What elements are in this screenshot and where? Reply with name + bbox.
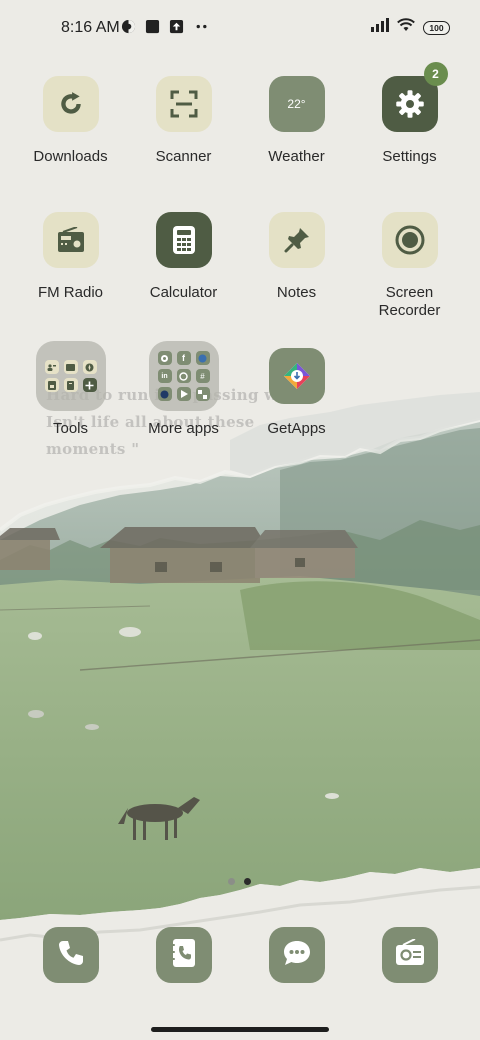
more-dots-icon	[193, 19, 211, 39]
folder-tools[interactable]: Tools	[14, 341, 127, 438]
gesture-nav-handle[interactable]	[151, 1027, 329, 1032]
system-icons: 100	[371, 18, 450, 37]
app-notes[interactable]: Notes	[240, 212, 353, 302]
mini-sim-icon	[44, 378, 59, 392]
scan-frame-icon	[155, 76, 212, 132]
app-calculator[interactable]: Calculator	[127, 212, 240, 302]
app-label: FM Radio	[37, 284, 104, 301]
mini-app-icon	[157, 351, 172, 365]
app-label-line: Screen	[385, 284, 434, 301]
app-label: Settings	[382, 148, 437, 165]
upload-icon	[169, 19, 184, 39]
mini-grid-icon: #	[195, 369, 210, 383]
vpn-icon	[121, 19, 136, 39]
dock-messages[interactable]	[269, 927, 325, 983]
app-label: More apps	[148, 420, 219, 437]
calculator-icon	[155, 212, 212, 268]
signal-icon	[371, 18, 389, 37]
getapps-icon	[268, 348, 325, 404]
dock-id-card[interactable]	[382, 927, 438, 983]
app-settings[interactable]: 2 Settings	[353, 62, 466, 166]
messages-icon	[282, 939, 312, 972]
stop-icon	[145, 19, 160, 39]
page-indicator[interactable]	[228, 878, 251, 885]
contacts-icon	[170, 938, 198, 973]
mini-facebook-icon: f	[176, 351, 191, 365]
weather-temperature: 22°	[287, 97, 306, 111]
mini-music-icon	[176, 369, 191, 383]
gear-icon: 2	[381, 62, 448, 132]
status-bar: 8:16 AM 100	[0, 0, 480, 56]
weather-icon: 22°	[268, 76, 325, 132]
app-label: Weather	[268, 148, 325, 165]
notification-badge: 2	[423, 62, 448, 86]
folder-more-apps[interactable]: f in # More apps	[127, 341, 240, 438]
page-dot[interactable]	[228, 878, 235, 885]
status-time: 8:16 AM	[61, 19, 120, 36]
mini-linkedin-icon: in	[157, 369, 172, 383]
app-downloads[interactable]: Downloads	[14, 76, 127, 166]
folder-icon	[35, 341, 106, 411]
app-label: Tools	[52, 420, 89, 437]
app-fm-radio[interactable]: FM Radio	[14, 212, 127, 302]
radio-icon	[42, 212, 99, 268]
app-label-line: Recorder	[378, 302, 441, 319]
app-screen-recorder[interactable]: Screen Recorder	[353, 212, 466, 320]
page-dot-active[interactable]	[244, 878, 251, 885]
mini-play-icon	[176, 387, 191, 401]
app-label: Calculator	[149, 284, 218, 301]
quote-line: moments "	[46, 440, 140, 458]
mini-apps-icon	[195, 387, 210, 401]
app-label: Notes	[276, 284, 317, 301]
mini-files-icon	[63, 360, 78, 374]
refresh-icon	[42, 76, 99, 132]
id-card-icon	[395, 937, 425, 972]
mini-document-icon	[63, 378, 78, 392]
mini-contacts-icon	[44, 360, 59, 374]
app-label: Downloads	[33, 148, 108, 165]
app-scanner[interactable]: Scanner	[127, 76, 240, 166]
mini-browser-icon	[195, 351, 210, 365]
phone-icon	[56, 938, 86, 973]
battery-icon: 100	[423, 20, 450, 35]
app-label: Screen Recorder	[353, 284, 466, 320]
app-getapps[interactable]: GetApps	[240, 348, 353, 438]
record-icon	[381, 212, 438, 268]
mini-plus-icon	[82, 378, 97, 392]
app-label: GetApps	[267, 420, 326, 437]
folder-icon: f in #	[148, 341, 219, 411]
wifi-icon	[397, 18, 415, 37]
app-label: Scanner	[155, 148, 212, 165]
notification-icons	[121, 19, 211, 39]
app-weather[interactable]: 22° Weather	[240, 76, 353, 166]
mini-camera-icon	[157, 387, 172, 401]
mini-compass-icon	[82, 360, 97, 374]
dock-phone[interactable]	[43, 927, 99, 983]
pin-icon	[268, 212, 325, 268]
dock-contacts[interactable]	[156, 927, 212, 983]
